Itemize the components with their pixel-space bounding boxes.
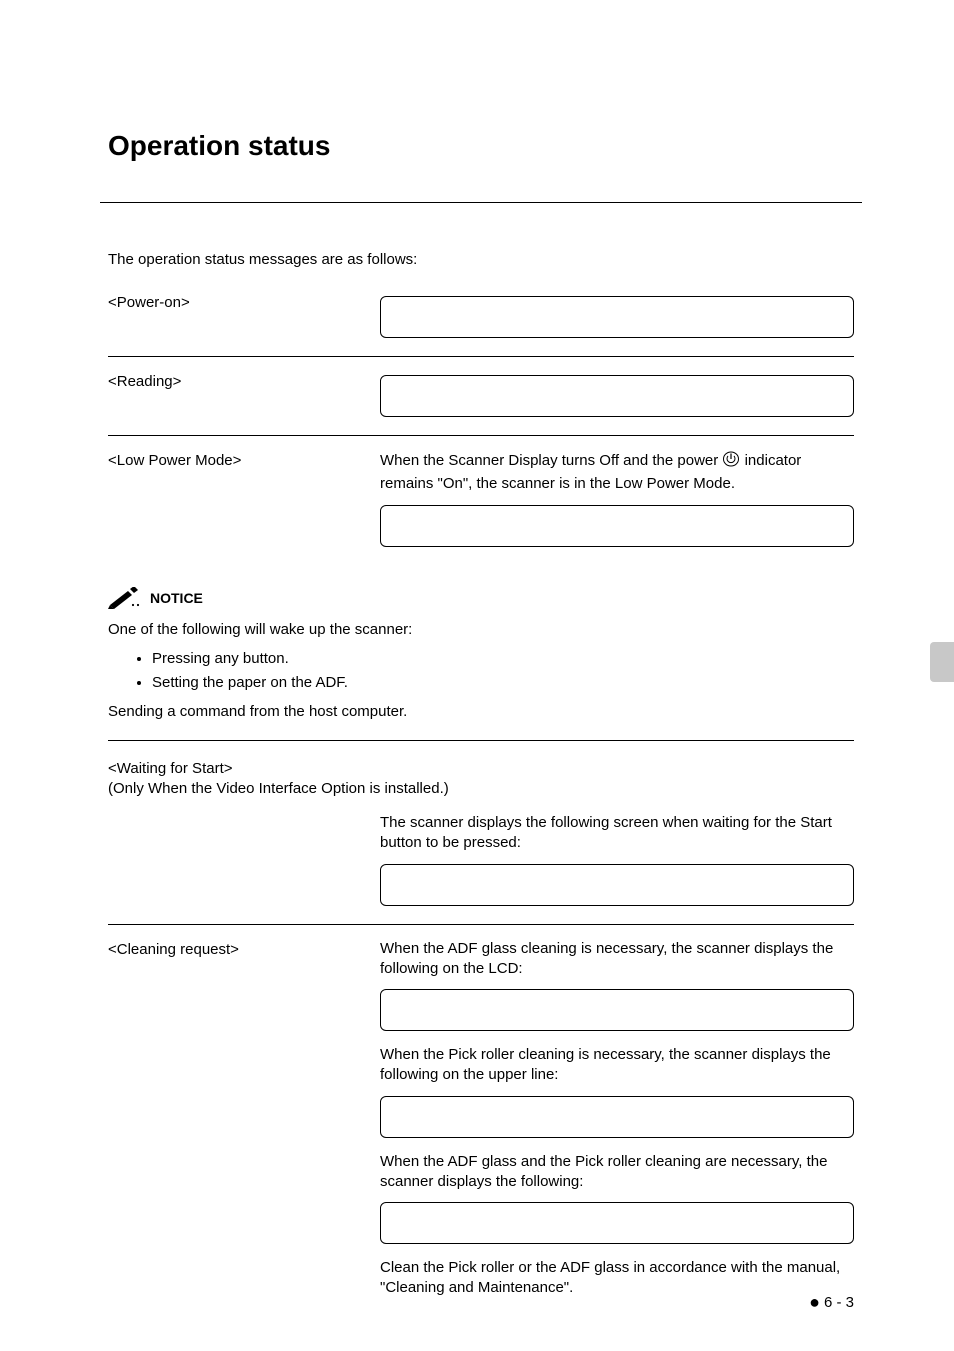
waiting-subtitle: (Only When the Video Interface Option is… bbox=[108, 780, 449, 797]
row-reading: <Reading> bbox=[108, 371, 854, 436]
power-indicator-icon bbox=[722, 450, 740, 474]
notice-item-2: Setting the paper on the ADF. bbox=[152, 671, 854, 695]
reading-label: <Reading> bbox=[108, 371, 380, 390]
display-box-reading bbox=[380, 375, 854, 417]
notice-item-1: Pressing any button. bbox=[152, 647, 854, 671]
notice-block: NOTICE One of the following will wake up… bbox=[108, 587, 854, 724]
notice-line1: One of the following will wake up the sc… bbox=[108, 619, 854, 642]
display-box-clean-2 bbox=[380, 1096, 854, 1138]
display-box-clean-3 bbox=[380, 1202, 854, 1244]
display-box-low-power bbox=[380, 505, 854, 547]
title-rule bbox=[100, 202, 862, 203]
row-waiting: The scanner displays the following scree… bbox=[108, 813, 854, 925]
cleaning-desc2: When the Pick roller cleaning is necessa… bbox=[380, 1045, 854, 1086]
display-box-clean-1 bbox=[380, 989, 854, 1031]
cleaning-label: <Cleaning request> bbox=[108, 939, 380, 958]
page-bullet-icon: ● bbox=[809, 1293, 820, 1311]
row-low-power: <Low Power Mode> When the Scanner Displa… bbox=[108, 450, 854, 565]
page-number-text: 6 - 3 bbox=[824, 1294, 854, 1311]
page-number: ● 6 - 3 bbox=[809, 1293, 854, 1311]
row-power-on: <Power-on> bbox=[108, 292, 854, 357]
waiting-title: <Waiting for Start> bbox=[108, 760, 233, 777]
display-box-power-on bbox=[380, 296, 854, 338]
low-power-desc: When the Scanner Display turns Off and t… bbox=[380, 450, 854, 495]
notice-list: Pressing any button. Setting the paper o… bbox=[108, 647, 854, 695]
cleaning-desc3: When the ADF glass and the Pick roller c… bbox=[380, 1152, 854, 1193]
cleaning-desc4: Clean the Pick roller or the ADF glass i… bbox=[380, 1258, 854, 1299]
page-title: Operation status bbox=[108, 130, 854, 162]
waiting-desc: The scanner displays the following scree… bbox=[380, 813, 854, 854]
side-tab bbox=[930, 642, 954, 682]
cleaning-desc1: When the ADF glass cleaning is necessary… bbox=[380, 939, 854, 980]
section-rule-1 bbox=[108, 740, 854, 741]
intro-text: The operation status messages are as fol… bbox=[108, 251, 854, 268]
notice-line2: Sending a command from the host computer… bbox=[108, 701, 854, 724]
low-power-label: <Low Power Mode> bbox=[108, 450, 380, 469]
display-box-waiting bbox=[380, 864, 854, 906]
power-on-label: <Power-on> bbox=[108, 292, 380, 311]
notice-label: NOTICE bbox=[150, 590, 203, 606]
low-power-desc-pre: When the Scanner Display turns Off and t… bbox=[380, 452, 722, 469]
notice-pencil-icon bbox=[108, 587, 142, 609]
row-cleaning: <Cleaning request> When the ADF glass cl… bbox=[108, 939, 854, 1319]
waiting-header: <Waiting for Start> (Only When the Video… bbox=[108, 759, 854, 800]
